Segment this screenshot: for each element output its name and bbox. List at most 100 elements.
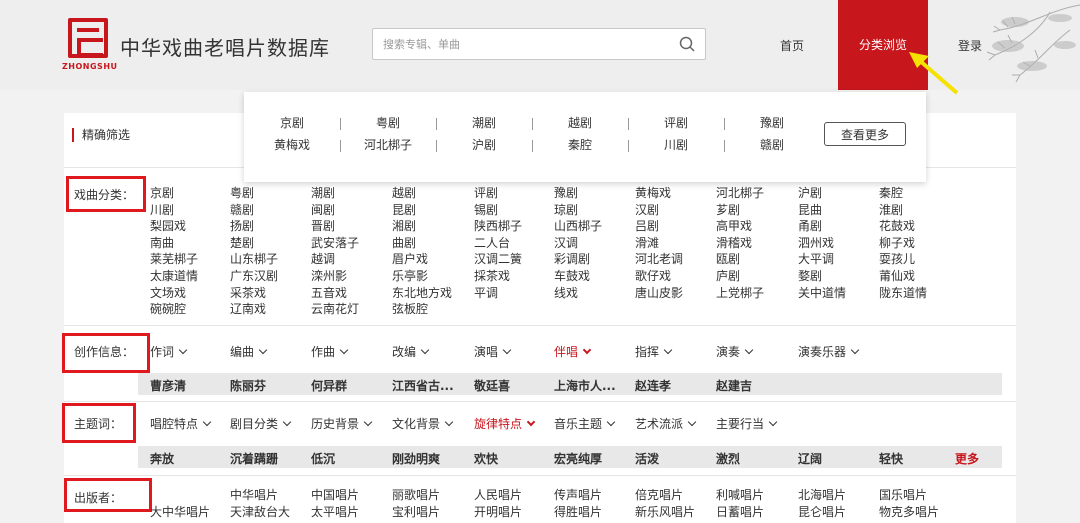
genre-item[interactable]: 广东汉剧 <box>230 267 278 284</box>
value-chip[interactable]: 何异群 <box>311 377 347 394</box>
genre-item[interactable]: 采茶戏 <box>230 284 266 301</box>
filter-dropdown[interactable]: 演奏 <box>716 343 754 360</box>
genre-item[interactable]: 河北梆子 <box>716 184 764 201</box>
genre-item[interactable]: 汉调 <box>554 234 578 251</box>
genre-item[interactable]: 陇东道情 <box>879 284 927 301</box>
genre-item[interactable]: 汉调二簧 <box>474 250 522 267</box>
site-logo[interactable]: ZHONGSHU <box>62 18 117 74</box>
genre-item[interactable]: 湘剧 <box>392 217 416 234</box>
genre-item[interactable]: 越调 <box>311 250 335 267</box>
publisher-item[interactable]: 丽歌唱片 <box>392 486 440 503</box>
genre-item[interactable]: 线戏 <box>554 284 578 301</box>
genre-item[interactable]: 赣剧 <box>230 201 254 218</box>
filter-dropdown[interactable]: 旋律特点 <box>474 415 536 432</box>
publisher-item[interactable]: 新乐风唱片 <box>635 503 695 520</box>
dropdown-item[interactable]: 黄梅戏 <box>244 136 340 153</box>
genre-item[interactable]: 甬剧 <box>798 217 822 234</box>
filter-dropdown[interactable]: 改编 <box>392 343 430 360</box>
genre-item[interactable]: 秦腔 <box>879 184 903 201</box>
genre-item[interactable]: 曲剧 <box>392 234 416 251</box>
genre-item[interactable]: 琼剧 <box>554 201 578 218</box>
dropdown-item[interactable]: 京剧 <box>244 114 340 131</box>
genre-item[interactable]: 豫剧 <box>554 184 578 201</box>
genre-item[interactable]: 瓯剧 <box>716 250 740 267</box>
genre-item[interactable]: 黄梅戏 <box>635 184 671 201</box>
genre-item[interactable]: 莱芜梆子 <box>150 250 198 267</box>
publisher-item[interactable]: 太平唱片 <box>311 503 359 520</box>
publisher-item[interactable]: 中国唱片 <box>311 486 359 503</box>
filter-dropdown[interactable]: 指挥 <box>635 343 673 360</box>
filter-dropdown[interactable]: 艺术流派 <box>635 415 697 432</box>
value-chip[interactable]: 赵连孝 <box>635 377 671 394</box>
value-chip[interactable]: 激烈 <box>716 450 740 467</box>
genre-item[interactable]: 楚剧 <box>230 234 254 251</box>
genre-item[interactable]: 梨园戏 <box>150 217 186 234</box>
filter-dropdown[interactable]: 演唱 <box>474 343 512 360</box>
dropdown-item[interactable]: 秦腔 <box>532 136 628 153</box>
value-chip[interactable]: 赵建吉 <box>716 377 752 394</box>
publisher-item[interactable]: 北海唱片 <box>798 486 846 503</box>
genre-item[interactable]: 闽剧 <box>311 201 335 218</box>
publisher-item[interactable]: 天津敌台大 <box>230 503 290 520</box>
genre-item[interactable]: 乐亭影 <box>392 267 428 284</box>
filter-dropdown[interactable]: 作词 <box>150 343 188 360</box>
publisher-item[interactable]: 倍克唱片 <box>635 486 683 503</box>
publisher-item[interactable]: 传声唱片 <box>554 486 602 503</box>
genre-item[interactable]: 汉剧 <box>635 201 659 218</box>
value-chip[interactable]: 奔放 <box>150 450 174 467</box>
genre-item[interactable]: 花鼓戏 <box>879 217 915 234</box>
dropdown-item[interactable]: 豫剧 <box>724 114 820 131</box>
filter-dropdown[interactable]: 文化背景 <box>392 415 454 432</box>
more-link[interactable]: 更多 <box>955 450 979 467</box>
genre-item[interactable]: 车鼓戏 <box>554 267 590 284</box>
genre-item[interactable]: 关中道情 <box>798 284 846 301</box>
filter-dropdown[interactable]: 演奏乐器 <box>798 343 860 360</box>
genre-item[interactable]: 吕剧 <box>635 217 659 234</box>
genre-item[interactable]: 唐山皮影 <box>635 284 683 301</box>
search-input[interactable] <box>373 29 663 59</box>
genre-item[interactable]: 河北老调 <box>635 250 683 267</box>
genre-item[interactable]: 昆曲 <box>798 201 822 218</box>
value-chip[interactable]: 沉着蹒跚 <box>230 450 278 467</box>
dropdown-item[interactable]: 河北梆子 <box>340 136 436 153</box>
genre-item[interactable]: 武安落子 <box>311 234 359 251</box>
filter-dropdown[interactable]: 剧目分类 <box>230 415 292 432</box>
filter-dropdown[interactable]: 历史背景 <box>311 415 373 432</box>
genre-item[interactable]: 上党梆子 <box>716 284 764 301</box>
genre-item[interactable]: 山东梆子 <box>230 250 278 267</box>
genre-item[interactable]: 莆仙戏 <box>879 267 915 284</box>
value-chip[interactable]: 陈丽芬 <box>230 377 266 394</box>
filter-dropdown[interactable]: 伴唱 <box>554 343 592 360</box>
genre-item[interactable]: 碗碗腔 <box>150 300 186 317</box>
value-chip[interactable]: 活泼 <box>635 450 659 467</box>
genre-item[interactable]: 太康道情 <box>150 267 198 284</box>
genre-item[interactable]: 沪剧 <box>798 184 822 201</box>
genre-item[interactable]: 二人台 <box>474 234 510 251</box>
genre-item[interactable]: 弦板腔 <box>392 300 428 317</box>
genre-item[interactable]: 大平调 <box>798 250 834 267</box>
genre-item[interactable]: 淮剧 <box>879 201 903 218</box>
genre-item[interactable]: 歌仔戏 <box>635 267 671 284</box>
value-chip[interactable]: 敬廷喜 <box>474 377 510 394</box>
genre-item[interactable]: 京剧 <box>150 184 174 201</box>
value-chip[interactable]: 宏亮纯厚 <box>554 450 602 467</box>
genre-item[interactable]: 评剧 <box>474 184 498 201</box>
genre-item[interactable]: 山西梆子 <box>554 217 602 234</box>
value-chip[interactable]: 刚劲明爽 <box>392 450 440 467</box>
genre-item[interactable]: 泗州戏 <box>798 234 834 251</box>
publisher-item[interactable]: 中华唱片 <box>230 486 278 503</box>
genre-item[interactable]: 南曲 <box>150 234 174 251</box>
publisher-item[interactable]: 大中华唱片 <box>150 503 210 520</box>
genre-item[interactable]: 晋剧 <box>311 217 335 234</box>
filter-dropdown[interactable]: 主要行当 <box>716 415 778 432</box>
genre-item[interactable]: 彩调剧 <box>554 250 590 267</box>
genre-item[interactable]: 婺剧 <box>798 267 822 284</box>
filter-dropdown[interactable]: 编曲 <box>230 343 268 360</box>
genre-item[interactable]: 庐剧 <box>716 267 740 284</box>
genre-item[interactable]: 滑稽戏 <box>716 234 752 251</box>
genre-item[interactable]: 高甲戏 <box>716 217 752 234</box>
publisher-item[interactable]: 国乐唱片 <box>879 486 927 503</box>
search-icon[interactable] <box>679 36 695 52</box>
genre-item[interactable]: 越剧 <box>392 184 416 201</box>
value-chip[interactable]: 江西省古... <box>392 377 454 394</box>
